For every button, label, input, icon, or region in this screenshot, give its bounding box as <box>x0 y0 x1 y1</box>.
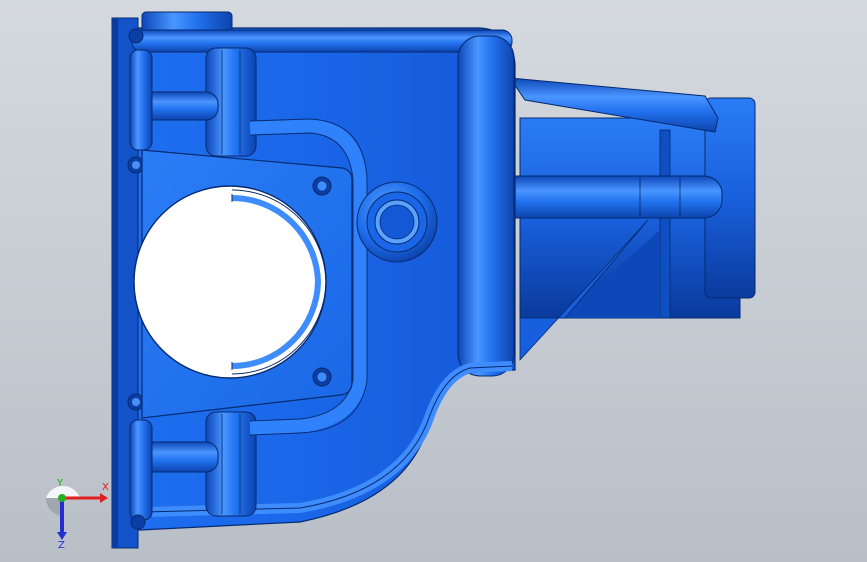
graphics-viewport[interactable]: X Y Z <box>0 0 867 562</box>
y-axis-label: Y <box>56 478 64 489</box>
face-bolt-top[interactable] <box>312 176 332 196</box>
housing-model[interactable] <box>0 0 867 562</box>
face-bolt-bottom[interactable] <box>312 367 332 387</box>
mounting-face[interactable] <box>133 149 353 419</box>
orientation-triad: X Y Z <box>45 478 109 548</box>
y-axis-dot <box>58 494 66 502</box>
x-axis-label: X <box>102 482 109 493</box>
z-axis-label: Z <box>58 540 65 548</box>
